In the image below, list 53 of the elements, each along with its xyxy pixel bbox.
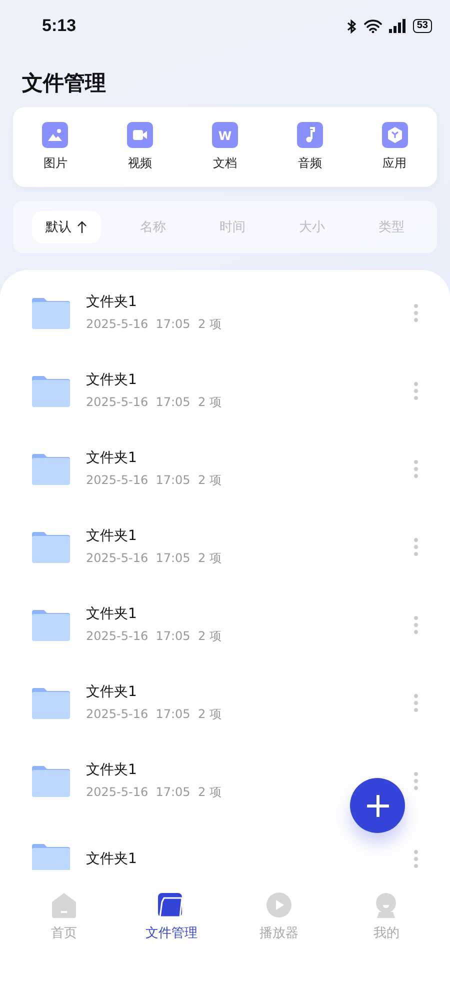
more-options-icon[interactable] (414, 616, 418, 634)
folder-icon (32, 298, 70, 328)
folder-details: 2025-5-16 17:05 2 项 (86, 628, 222, 645)
folder-icon (32, 610, 70, 640)
signal-icon (388, 19, 406, 33)
video-icon (127, 122, 154, 148)
folder-name: 文件夹1 (86, 293, 137, 311)
folder-details: 2025-5-16 17:05 2 项 (86, 472, 222, 489)
category-button[interactable]: W 文档 (212, 122, 238, 172)
folder-details: 2025-5-16 17:05 2 项 (86, 394, 222, 411)
more-options-icon[interactable] (414, 694, 418, 712)
more-options-icon[interactable] (414, 304, 418, 322)
folder-name: 文件夹1 (86, 683, 137, 701)
sort-tab[interactable]: 默认 (32, 211, 101, 243)
wifi-icon (364, 19, 382, 33)
folder-icon (32, 532, 70, 562)
folder-details: 2025-5-16 17:05 2 项 (86, 316, 222, 333)
folder-icon (32, 454, 70, 484)
document-icon: W (212, 122, 238, 148)
bluetooth-icon (346, 18, 357, 34)
category-button[interactable]: 音频 (296, 122, 323, 172)
page-title: 文件管理 (22, 70, 107, 97)
folder-details: 2025-5-16 17:05 2 项 (86, 550, 222, 567)
folder-icon (32, 844, 70, 870)
battery-indicator: 53 (412, 19, 432, 33)
category-button[interactable]: 视频 (127, 122, 154, 172)
image-icon (42, 122, 68, 148)
folder-icon (158, 892, 184, 918)
status-time: 5:13 (42, 16, 76, 36)
plus-icon (366, 794, 388, 816)
folder-name: 文件夹1 (86, 449, 137, 467)
music-note-icon (296, 122, 323, 148)
home-icon (50, 892, 77, 918)
folder-icon (32, 688, 70, 718)
more-options-icon[interactable] (414, 382, 418, 400)
folder-name: 文件夹1 (86, 527, 137, 545)
category-button[interactable]: 应用 (382, 122, 408, 172)
play-icon (266, 892, 292, 918)
more-options-icon[interactable] (414, 460, 418, 478)
more-options-icon[interactable] (414, 850, 418, 868)
folder-name: 文件夹1 (86, 605, 137, 623)
category-button[interactable]: 图片 (42, 122, 68, 172)
folder-icon (32, 376, 70, 406)
folder-details: 2025-5-16 17:05 2 项 (86, 784, 222, 801)
folder-name: 文件夹1 (86, 371, 137, 389)
cube-icon (382, 122, 408, 148)
folder-name: 文件夹1 (86, 761, 137, 779)
more-options-icon[interactable] (414, 538, 418, 556)
folder-details: 2025-5-16 17:05 2 项 (86, 706, 222, 723)
folder-name: 文件夹1 (86, 850, 137, 868)
more-options-icon[interactable] (414, 772, 418, 790)
tab-item[interactable]: 文件管理 (131, 892, 212, 942)
folder-icon (32, 766, 70, 796)
